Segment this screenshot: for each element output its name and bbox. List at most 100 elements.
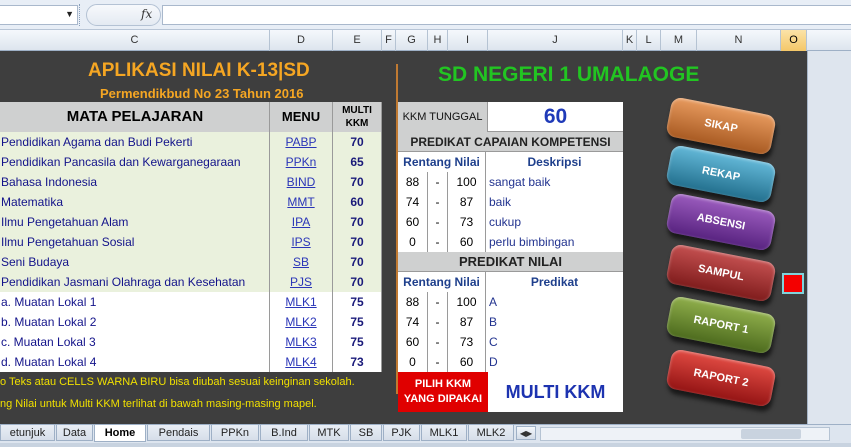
column-header-d[interactable]: D [270, 30, 333, 51]
subject-kkm[interactable]: 73 [333, 352, 382, 372]
tab-mtk[interactable]: MTK [309, 425, 349, 441]
subject-kkm[interactable]: 75 [333, 312, 382, 332]
subject-menu-link[interactable]: MMT [270, 192, 333, 212]
column-header-e[interactable]: E [333, 30, 382, 51]
selected-cell[interactable] [782, 273, 804, 294]
range-max[interactable]: 73 [448, 332, 486, 352]
table-row: Pendidikan Agama dan Budi Pekerti PABP 70 [0, 132, 382, 152]
tab-scroll-icon[interactable]: ◀▶ [516, 426, 536, 440]
kkm-row: KKM TUNGGAL 60 [398, 102, 623, 132]
subject-kkm[interactable]: 70 [333, 232, 382, 252]
kkm-mode-select[interactable]: MULTI KKM [488, 372, 623, 412]
subject-kkm[interactable]: 60 [333, 192, 382, 212]
chevron-down-icon[interactable]: ▼ [65, 9, 74, 19]
range-min[interactable]: 74 [398, 192, 428, 212]
name-box[interactable]: ▼ [0, 5, 78, 25]
subject-menu-link[interactable]: MLK1 [270, 292, 333, 312]
range-description[interactable]: perlu bimbingan [486, 232, 623, 252]
tab-home[interactable]: Home [94, 425, 146, 442]
column-header-f[interactable]: F [382, 30, 396, 51]
range-min[interactable]: 88 [398, 172, 428, 192]
subject-menu-link[interactable]: PABP [270, 132, 333, 152]
subject-menu-link[interactable]: IPS [270, 232, 333, 252]
tab-sb[interactable]: SB [350, 425, 382, 441]
range-separator: - [428, 332, 448, 352]
formula-input[interactable] [162, 5, 851, 25]
range-predicate[interactable]: B [486, 312, 623, 332]
subject-menu-link[interactable]: PPKn [270, 152, 333, 172]
range-description[interactable]: baik [486, 192, 623, 212]
subject-menu-link[interactable]: BIND [270, 172, 333, 192]
column-header-l[interactable]: L [637, 30, 661, 51]
subject-kkm[interactable]: 70 [333, 252, 382, 272]
subject-kkm[interactable]: 70 [333, 272, 382, 292]
range-max[interactable]: 73 [448, 212, 486, 232]
range-min[interactable]: 88 [398, 292, 428, 312]
function-icon[interactable]: fx [141, 7, 152, 21]
header-kkm: MULTI KKM [333, 102, 382, 132]
range-separator: - [428, 212, 448, 232]
range-max[interactable]: 60 [448, 232, 486, 252]
subject-kkm[interactable]: 70 [333, 212, 382, 232]
table-row: 88-100 sangat baik [398, 172, 623, 192]
tab-data[interactable]: Data [56, 425, 93, 441]
formula-divider[interactable] [79, 4, 81, 26]
column-header-h[interactable]: H [428, 30, 448, 51]
range-min[interactable]: 60 [398, 332, 428, 352]
tab-petunjuk[interactable]: etunjuk [0, 425, 55, 441]
subject-menu-link[interactable]: SB [270, 252, 333, 272]
range-min[interactable]: 74 [398, 312, 428, 332]
subject-name: Ilmu Pengetahuan Sosial [0, 232, 270, 252]
range-max[interactable]: 100 [448, 172, 486, 192]
subject-kkm[interactable]: 75 [333, 292, 382, 312]
table-row: b. Muatan Lokal 2 MLK2 75 [0, 312, 382, 332]
sheet-empty-area[interactable] [807, 51, 851, 424]
range-min[interactable]: 0 [398, 232, 428, 252]
tab-ppkn[interactable]: PPKn [211, 425, 259, 441]
column-header-n[interactable]: N [697, 30, 781, 51]
range-min[interactable]: 60 [398, 212, 428, 232]
range-max[interactable]: 87 [448, 192, 486, 212]
tab-pjk[interactable]: PJK [383, 425, 420, 441]
range-predicate[interactable]: A [486, 292, 623, 312]
range-max[interactable]: 60 [448, 352, 486, 372]
status-bar [0, 443, 851, 447]
column-header-m[interactable]: M [661, 30, 697, 51]
subject-name: d. Muatan Lokal 4 [0, 352, 270, 372]
subject-name: Bahasa Indonesia [0, 172, 270, 192]
subject-name: Pendidikan Pancasila dan Kewarganegaraan [0, 152, 270, 172]
tab-mlk1[interactable]: MLK1 [421, 425, 467, 441]
scrollbar-thumb[interactable] [741, 429, 801, 439]
range-max[interactable]: 100 [448, 292, 486, 312]
column-header-o[interactable]: O [781, 30, 807, 51]
subject-kkm[interactable]: 70 [333, 132, 382, 152]
column-header-j[interactable]: J [488, 30, 623, 51]
tab-bind[interactable]: B.Ind [260, 425, 308, 441]
tab-pendais[interactable]: Pendais [147, 425, 210, 441]
range-separator: - [428, 312, 448, 332]
column-header-i[interactable]: I [448, 30, 488, 51]
subject-menu-link[interactable]: MLK2 [270, 312, 333, 332]
column-header-k[interactable]: K [623, 30, 637, 51]
tab-mlk2[interactable]: MLK2 [468, 425, 514, 441]
column-header-g[interactable]: G [396, 30, 428, 51]
table-row: 60-73 C [398, 332, 623, 352]
range-description[interactable]: sangat baik [486, 172, 623, 192]
kkm-value[interactable]: 60 [488, 102, 623, 132]
range-max[interactable]: 87 [448, 312, 486, 332]
range-description[interactable]: cukup [486, 212, 623, 232]
column-header-c[interactable]: C [0, 30, 270, 51]
subjects-header-row: MATA PELAJARAN MENU MULTI KKM [0, 102, 382, 132]
horizontal-scrollbar[interactable] [540, 427, 830, 441]
subject-kkm[interactable]: 75 [333, 332, 382, 352]
subject-menu-link[interactable]: MLK3 [270, 332, 333, 352]
subject-kkm[interactable]: 70 [333, 172, 382, 192]
subject-kkm[interactable]: 65 [333, 152, 382, 172]
table-row: d. Muatan Lokal 4 MLK4 73 [0, 352, 382, 372]
range-min[interactable]: 0 [398, 352, 428, 372]
subject-menu-link[interactable]: PJS [270, 272, 333, 292]
range-predicate[interactable]: D [486, 352, 623, 372]
subject-menu-link[interactable]: IPA [270, 212, 333, 232]
range-predicate[interactable]: C [486, 332, 623, 352]
subject-menu-link[interactable]: MLK4 [270, 352, 333, 372]
